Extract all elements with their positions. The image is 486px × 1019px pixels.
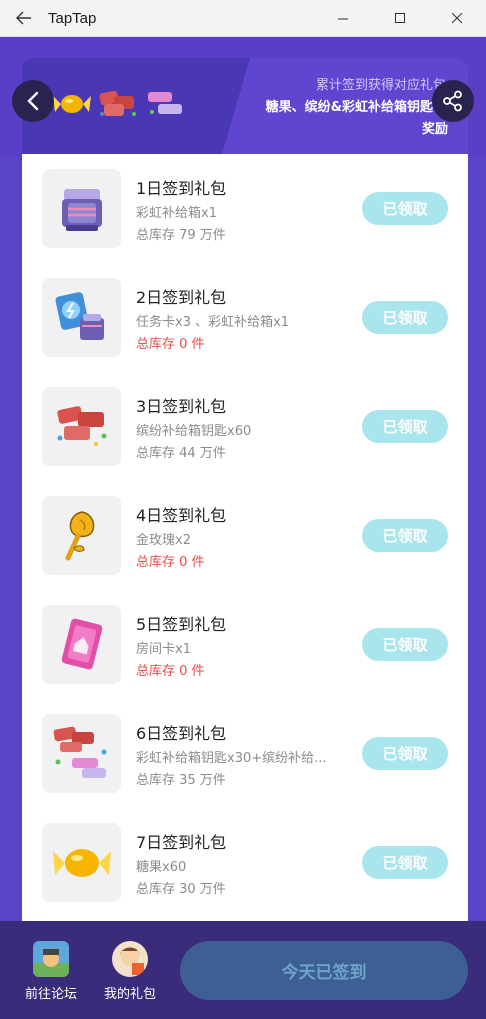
gift-thumbnail	[42, 823, 121, 902]
colorful-key-icon	[99, 91, 136, 116]
gift-contents: 彩虹补给箱x1	[136, 206, 217, 221]
window-title: TapTap	[48, 9, 97, 27]
share-icon	[443, 90, 462, 112]
gift-thumbnail	[42, 714, 121, 793]
window-back-button[interactable]	[0, 0, 48, 37]
gift-title: 3日签到礼包	[136, 397, 227, 416]
candy-icon	[52, 848, 111, 877]
gift-row: 5日签到礼包 房间卡x1 总库存 0 件 已领取	[22, 590, 468, 699]
forum-game-icon	[33, 941, 69, 977]
gift-row: 4日签到礼包 金玫瑰x2 总库存 0 件 已领取	[22, 481, 468, 590]
gift-contents: 糖果x60	[136, 860, 187, 875]
gift-stock: 总库存 0 件	[136, 555, 205, 570]
gift-thumbnail	[42, 278, 121, 357]
my-gifts-link[interactable]: 我的礼包	[95, 941, 165, 1002]
page-back-button[interactable]	[12, 80, 54, 122]
claimed-button[interactable]: 已领取	[362, 846, 448, 879]
window-title-bar: TapTap	[0, 0, 486, 37]
rainbow-crate-icon	[61, 188, 102, 231]
gift-stock: 总库存 0 件	[136, 664, 205, 679]
gift-title: 4日签到礼包	[136, 506, 227, 525]
claimed-button[interactable]: 已领取	[362, 737, 448, 770]
maximize-button[interactable]	[372, 0, 429, 37]
forum-label: 前往论坛	[24, 987, 77, 1002]
candy-icon	[53, 95, 91, 113]
gift-thumbnail	[42, 387, 121, 466]
rainbow-key-icon	[148, 92, 182, 114]
gift-contents: 任务卡x3 、彩虹补给箱x1	[136, 315, 290, 330]
banner-rewards-line: 糖果、缤纷&彩虹补给箱钥匙等	[265, 100, 446, 115]
gift-row: 1日签到礼包 彩虹补给箱x1 总库存 79 万件 已领取	[22, 154, 468, 263]
claimed-button[interactable]: 已领取	[362, 519, 448, 552]
share-button[interactable]	[432, 80, 474, 122]
gift-row: 7日签到礼包 糖果x60 总库存 30 万件 已领取	[22, 808, 468, 917]
gold-rose-icon	[65, 510, 94, 560]
bottom-action-bar: 前往论坛 我的礼包 今天已签到	[0, 921, 486, 1019]
gift-list: 1日签到礼包 彩虹补给箱x1 总库存 79 万件 已领取 2日签到礼包 任务卡x…	[22, 154, 468, 921]
gift-thumbnail	[42, 169, 121, 248]
gift-title: 5日签到礼包	[136, 615, 227, 634]
gift-row: 3日签到礼包 缤纷补给箱钥匙x60 总库存 44 万件 已领取	[22, 372, 468, 481]
banner-subtitle: 累计签到获得对应礼包	[315, 78, 446, 93]
claimed-button[interactable]: 已领取	[362, 410, 448, 443]
task-card-icon	[55, 291, 104, 340]
gift-title: 2日签到礼包	[136, 288, 227, 307]
my-gifts-label: 我的礼包	[103, 987, 156, 1002]
key-bundle-icon	[53, 726, 106, 778]
close-icon	[452, 13, 463, 24]
gift-title: 6日签到礼包	[136, 724, 227, 743]
gift-stock: 总库存 79 万件	[136, 228, 226, 243]
signin-banner: 累计签到获得对应礼包 糖果、缤纷&彩虹补给箱钥匙等 奖励	[22, 58, 468, 154]
chevron-left-icon	[27, 91, 39, 111]
gift-contents: 房间卡x1	[136, 642, 191, 657]
gift-row: 2日签到礼包 任务卡x3 、彩虹补给箱x1 总库存 0 件 已领取	[22, 263, 468, 372]
room-card-icon	[61, 618, 102, 669]
gift-thumbnail	[42, 605, 121, 684]
arrow-left-icon	[16, 11, 31, 25]
forum-link[interactable]: 前往论坛	[16, 941, 86, 1002]
minimize-icon	[338, 18, 348, 20]
banner-rewards-suffix: 奖励	[421, 122, 448, 137]
claimed-button[interactable]: 已领取	[362, 628, 448, 661]
gift-stock: 总库存 35 万件	[136, 773, 226, 788]
signed-in-today-button[interactable]: 今天已签到	[180, 941, 468, 1000]
colorful-key-icon	[56, 405, 106, 446]
close-button[interactable]	[429, 0, 486, 37]
gift-contents: 缤纷补给箱钥匙x60	[136, 424, 252, 439]
gift-avatar-icon	[112, 941, 148, 977]
gift-thumbnail	[42, 496, 121, 575]
gift-contents: 彩虹补给箱钥匙x30+缤纷补给...	[136, 751, 327, 766]
gift-title: 7日签到礼包	[136, 833, 227, 852]
claimed-button[interactable]: 已领取	[362, 301, 448, 334]
gift-title: 1日签到礼包	[136, 179, 227, 198]
gift-contents: 金玫瑰x2	[136, 533, 191, 548]
maximize-icon	[395, 13, 405, 23]
gift-stock: 总库存 30 万件	[136, 882, 226, 897]
gift-row: 6日签到礼包 彩虹补给箱钥匙x30+缤纷补给... 总库存 35 万件 已领取	[22, 699, 468, 808]
claimed-button[interactable]: 已领取	[362, 192, 448, 225]
gift-stock: 总库存 0 件	[136, 337, 205, 352]
banner-reward-icons	[52, 86, 188, 122]
minimize-button[interactable]	[315, 0, 372, 37]
gift-stock: 总库存 44 万件	[136, 446, 226, 461]
